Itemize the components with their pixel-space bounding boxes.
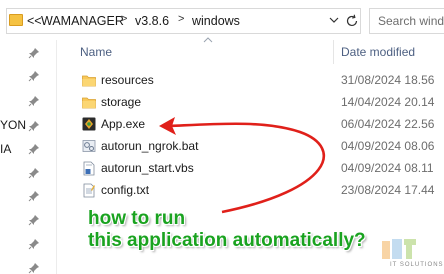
file-date-modified: 04/09/2024 08.11 (341, 161, 434, 175)
refresh-icon[interactable] (344, 13, 360, 29)
folder-icon (9, 14, 23, 26)
column-header-date-modified[interactable]: Date modified (341, 45, 415, 59)
pin-icon[interactable] (28, 190, 40, 202)
file-name: autorun_ngrok.bat (101, 139, 199, 153)
sidebar-item-label[interactable]: IA (0, 142, 11, 156)
breadcrumb-separator-icon[interactable]: > (121, 13, 127, 25)
chevron-down-icon[interactable] (327, 13, 341, 27)
file-date-modified: 04/09/2024 08.06 (341, 139, 435, 153)
batch-file-icon (82, 140, 96, 152)
file-name: App.exe (101, 117, 146, 131)
vbs-script-icon (83, 161, 95, 176)
navigation-pane (0, 40, 50, 274)
file-row-config[interactable]: config.txt 23/08/2024 17.44 (74, 180, 444, 201)
column-divider[interactable] (333, 40, 334, 64)
breadcrumb-windows[interactable]: windows (192, 14, 240, 28)
address-bar[interactable]: << WAMANAGER > v3.8.6 > windows (6, 8, 361, 34)
file-date-modified: 14/04/2024 20.14 (341, 95, 435, 109)
search-input[interactable]: Search wind (369, 8, 444, 34)
file-date-modified: 06/04/2024 22.56 (341, 117, 435, 131)
file-row-app-exe[interactable]: App.exe 06/04/2024 22.56 (74, 114, 444, 135)
pin-icon[interactable] (28, 167, 40, 179)
watermark-text: IT SOLUTIONS (390, 262, 444, 268)
pane-divider[interactable] (56, 40, 57, 274)
file-date-modified: 23/08/2024 17.44 (341, 183, 435, 197)
file-row-resources[interactable]: resources 31/08/2024 18.56 (74, 70, 444, 91)
text-file-icon (83, 183, 95, 198)
pin-icon[interactable] (28, 70, 40, 82)
folder-icon (82, 97, 96, 109)
sort-chevron-icon (203, 37, 213, 43)
address-bar-row: << WAMANAGER > v3.8.6 > windows Search w… (0, 0, 444, 40)
file-row-autorun-start[interactable]: autorun_start.vbs 04/09/2024 08.11 (74, 158, 444, 179)
breadcrumb-separator-icon[interactable]: > (178, 13, 184, 25)
annotation-text-line2: this application automatically? (88, 230, 366, 251)
file-name: resources (101, 73, 154, 87)
exe-app-icon (82, 117, 96, 131)
breadcrumb-overflow[interactable]: << (27, 14, 42, 28)
pin-icon[interactable] (28, 47, 40, 59)
file-row-storage[interactable]: storage 14/04/2024 20.14 (74, 92, 444, 113)
search-placeholder: Search wind (378, 14, 444, 28)
pin-icon[interactable] (28, 143, 40, 155)
pin-icon[interactable] (28, 120, 40, 132)
pin-icon[interactable] (28, 214, 40, 226)
pin-icon[interactable] (28, 95, 40, 107)
annotation-text-line1: how to run (88, 208, 186, 229)
breadcrumb-version[interactable]: v3.8.6 (135, 14, 169, 28)
file-date-modified: 31/08/2024 18.56 (341, 73, 435, 87)
pin-icon[interactable] (28, 262, 40, 274)
folder-icon (82, 75, 96, 87)
file-name: storage (101, 95, 142, 109)
file-row-autorun-ngrok[interactable]: autorun_ngrok.bat 04/09/2024 08.06 (74, 136, 444, 157)
file-name: config.txt (101, 183, 150, 197)
file-name: autorun_start.vbs (101, 161, 194, 175)
column-header-name[interactable]: Name (80, 45, 112, 59)
breadcrumb-wamanager[interactable]: WAMANAGER (41, 14, 124, 28)
sidebar-item-label[interactable]: YON (0, 118, 26, 132)
pin-icon[interactable] (28, 238, 40, 250)
